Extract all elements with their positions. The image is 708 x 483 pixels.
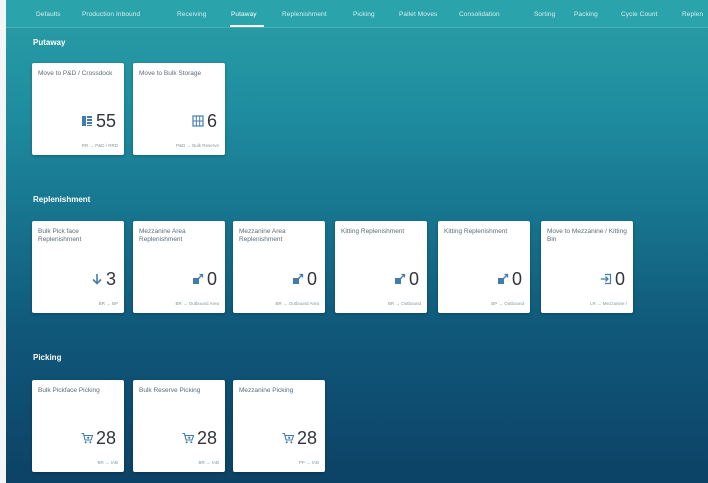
tile-move-to-mezzanine-kitting-bin[interactable]: Move to Mezzanine / Kitting Bin 0 LR → M… <box>541 221 633 313</box>
tile-title: Mezzanine Picking <box>239 387 294 394</box>
enter-icon <box>600 273 612 285</box>
tile-mezzanine-picking[interactable]: Mezzanine Picking 28 PP → IAB <box>233 380 325 472</box>
cart-icon <box>81 432 93 444</box>
section-title-putaway: Putaway <box>33 38 66 47</box>
tile-kpi-value: 28 <box>296 428 317 448</box>
tab-consolidation[interactable]: Consolidation <box>459 11 500 18</box>
tile-title: Move to Mezzanine / Kitting Bin <box>547 228 627 243</box>
tile-kitting-replenishment-2[interactable]: Kitting Replenishment 0 BP → Outbound <box>438 221 530 313</box>
tile-title: Bulk Reserve Picking <box>139 387 201 394</box>
tile-bulk-reserve-picking[interactable]: Bulk Reserve Picking 28 BR → IAB <box>133 380 225 472</box>
tile-bulk-pickface-picking[interactable]: Bulk Pickface Picking 28 BR → IAB <box>32 380 124 472</box>
tab-packing[interactable]: Packing <box>574 11 598 18</box>
section-title-replenishment: Replenishment <box>33 195 91 204</box>
arrow-down-icon <box>92 274 102 285</box>
tile-footer: BR → BP <box>98 301 118 306</box>
tab-bar: Defaults Production Inbound Receiving Pu… <box>6 0 708 28</box>
move-box-icon <box>292 273 304 284</box>
tile-title: Move to Bulk Storage <box>139 70 202 77</box>
tile-bulk-pick-face-replenishment[interactable]: Bulk Pick face Replenishment 3 BR → BP <box>32 221 124 313</box>
tile-kpi-value: 0 <box>614 269 625 289</box>
tile-footer: BR → IAB <box>97 460 118 465</box>
tile-mezzanine-area-replenishment-2[interactable]: Mezzanine Area Replenishment 0 BR → Outb… <box>233 221 325 313</box>
tab-replenishment[interactable]: Replenishment <box>282 11 327 18</box>
tile-title: Move to P&D / Crossdock <box>38 70 113 77</box>
tile-kpi-value: 0 <box>408 269 419 289</box>
tab-receiving[interactable]: Receiving <box>177 11 206 18</box>
tile-footer: RR → P&D / RRD <box>81 143 118 148</box>
tile-footer: LR → Mezzanine / <box>589 301 627 306</box>
tile-move-to-bulk-storage[interactable]: Move to Bulk Storage 6 P&D → Bulk Reserv… <box>133 63 225 155</box>
tile-kpi-value: 6 <box>206 111 217 131</box>
grid-icon <box>192 115 204 127</box>
tile-footer: BR → IAB <box>198 460 219 465</box>
tab-production-inbound[interactable]: Production Inbound <box>82 11 140 18</box>
tile-footer: P&D → Bulk Reserve <box>175 143 219 148</box>
tab-pallet-moves[interactable]: Pallet Moves <box>399 11 437 18</box>
stack-icon <box>81 116 92 126</box>
tab-putaway[interactable]: Putaway <box>231 11 257 18</box>
tile-kitting-replenishment-1[interactable]: Kitting Replenishment 0 BR → Outbound <box>335 221 427 313</box>
tile-footer: BR → Outbound Area <box>175 301 219 306</box>
left-edge <box>0 0 6 483</box>
tile-title: Mezzanine Area Replenishment <box>239 228 286 243</box>
tile-kpi-value: 0 <box>306 269 317 289</box>
cart-icon <box>282 432 294 444</box>
tab-defaults[interactable]: Defaults <box>36 11 61 18</box>
tile-move-to-pd-crossdock[interactable]: Move to P&D / Crossdock 55 RR → P&D / RR… <box>32 63 124 155</box>
tile-title: Bulk Pick face Replenishment <box>38 228 82 243</box>
move-box-icon <box>394 273 406 284</box>
tile-title: Mezzanine Area Replenishment <box>139 228 186 243</box>
move-box-icon <box>192 273 204 284</box>
tab-replen[interactable]: Replen <box>682 11 703 18</box>
tile-kpi-value: 28 <box>196 428 217 448</box>
tile-mezzanine-area-replenishment-1[interactable]: Mezzanine Area Replenishment 0 BR → Outb… <box>133 221 225 313</box>
tile-footer: BR → Outbound Area <box>275 301 319 306</box>
tile-footer: BP → Outbound <box>491 301 524 306</box>
tile-kpi-value: 28 <box>95 428 116 448</box>
tile-footer: PP → IAB <box>298 460 319 465</box>
tile-footer: BR → Outbound <box>387 301 421 306</box>
tab-sorting[interactable]: Sorting <box>534 11 555 18</box>
cart-icon <box>182 432 194 444</box>
tab-picking[interactable]: Picking <box>353 11 375 18</box>
tile-kpi-value: 55 <box>95 111 116 131</box>
tile-kpi-value: 0 <box>206 269 217 289</box>
tile-title: Bulk Pickface Picking <box>38 387 100 394</box>
tile-title: Kitting Replenishment <box>444 228 508 235</box>
move-box-icon <box>497 273 509 284</box>
section-title-picking: Picking <box>33 353 62 362</box>
tile-title: Kitting Replenishment <box>341 228 405 235</box>
tile-kpi-value: 0 <box>511 269 522 289</box>
active-tab-indicator <box>230 25 264 27</box>
tab-cycle-count[interactable]: Cycle Count <box>621 11 658 18</box>
tile-kpi-value: 3 <box>105 269 116 289</box>
